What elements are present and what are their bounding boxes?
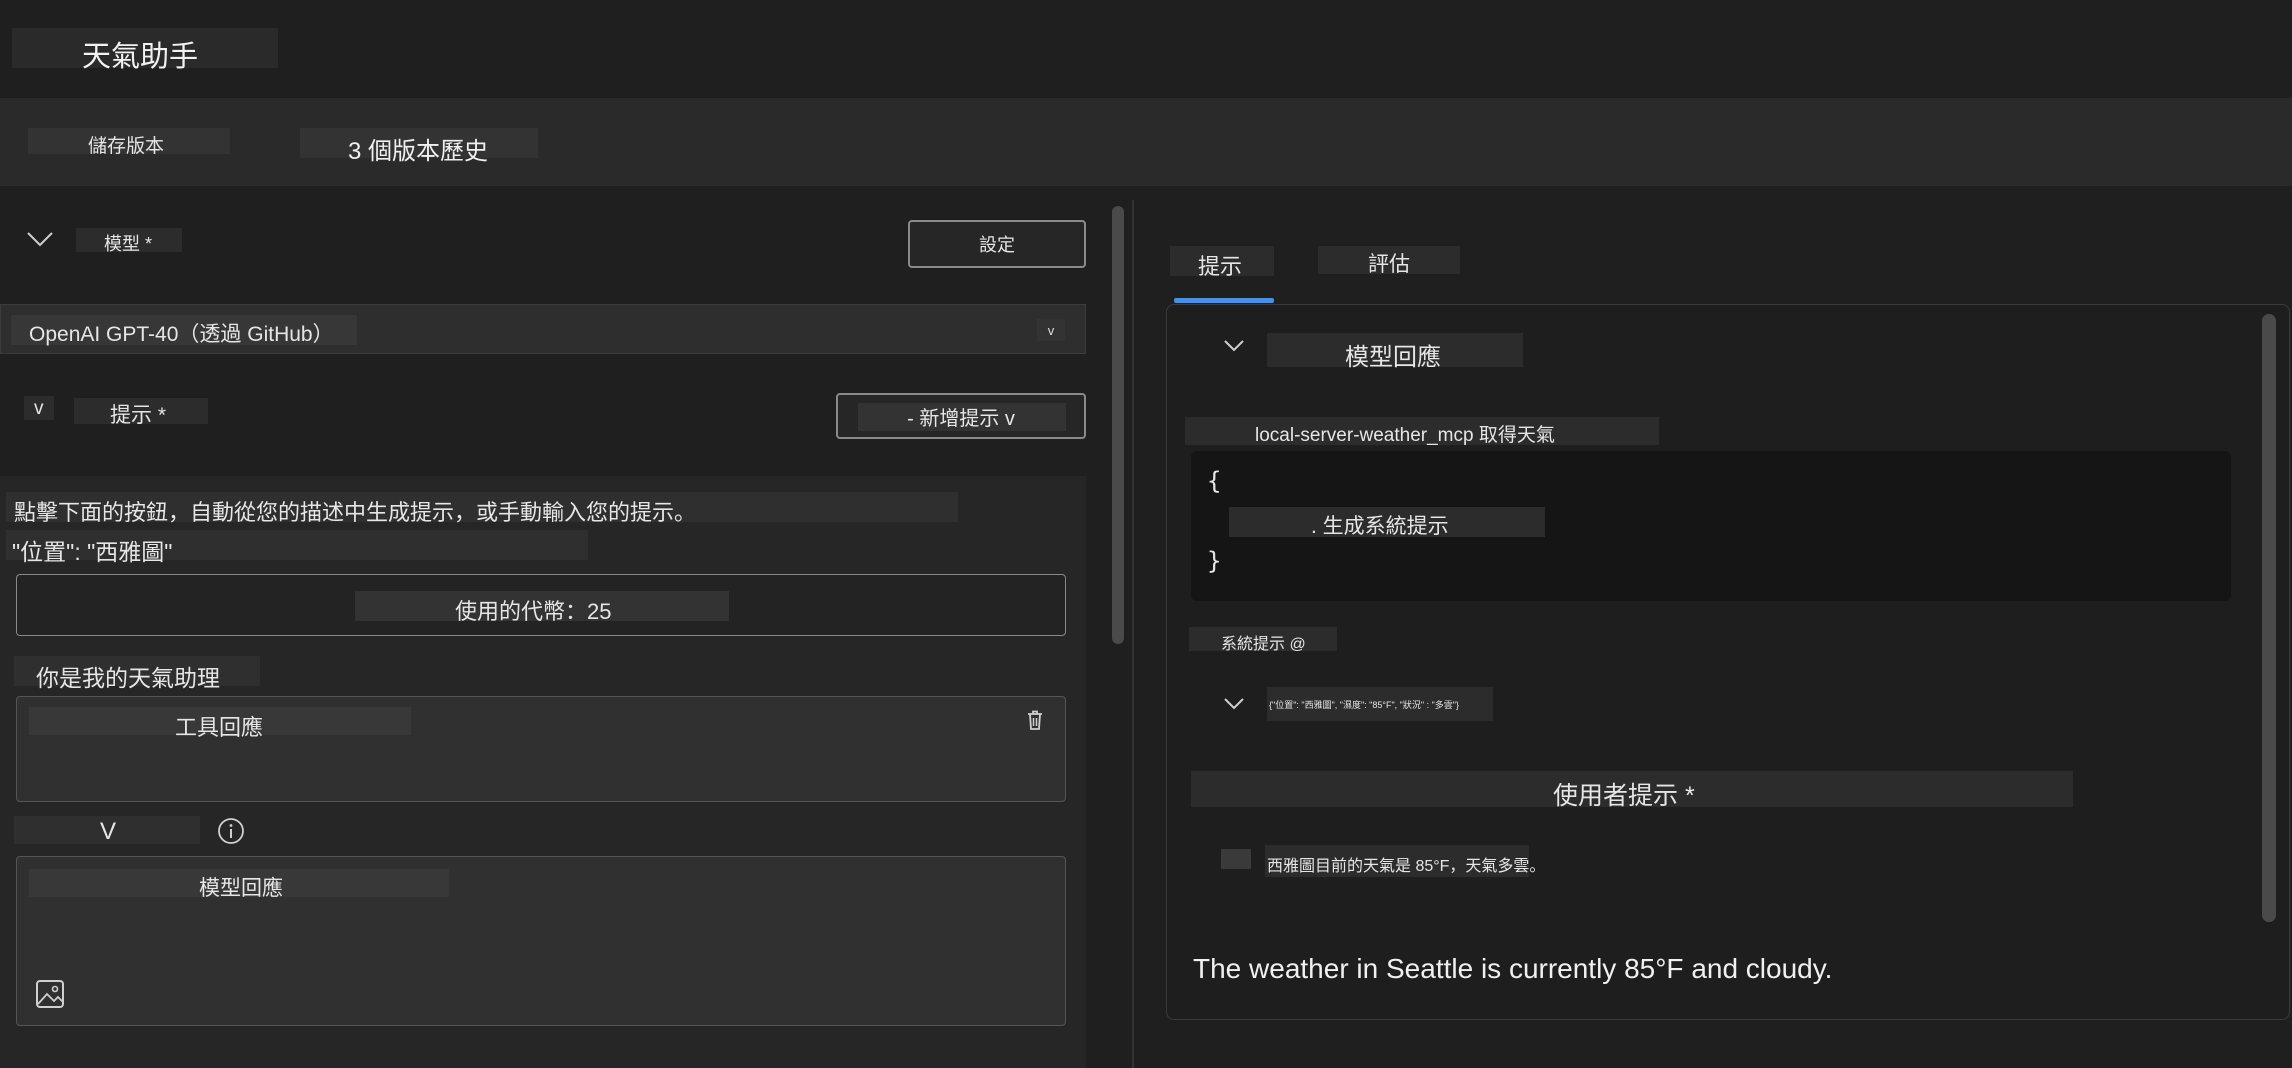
version-history-button[interactable]: 3 個版本歷史	[300, 128, 538, 165]
response-title-box: 模型回應	[1267, 333, 1523, 371]
version-history-label: 3 個版本歷史	[348, 138, 489, 165]
app-header: 天氣助手	[0, 0, 2292, 98]
system-prompt-label: 系統提示 @	[1221, 636, 1306, 653]
model-select-value-box: OpenAI GPT-40（透過 GitHub）	[11, 315, 357, 346]
model-response-collapse-toggle[interactable]: V	[14, 816, 200, 845]
model-label: 模型 *	[104, 234, 153, 254]
final-response-text: The weather in Seattle is currently 85°F…	[1193, 953, 1833, 984]
right-scrollbar-thumb[interactable]	[2262, 314, 2276, 922]
prompt-label-box: 提示 *	[74, 398, 208, 427]
prompt-chevron-icon: v	[34, 398, 44, 419]
image-icon[interactable]	[35, 979, 65, 1009]
tool-response-field[interactable]: 工具回應	[16, 696, 1066, 802]
tool-call-label: local-server-weather_mcp 取得天氣	[1255, 425, 1555, 446]
select-chevron-icon: v	[1047, 322, 1055, 338]
user-avatar-icon	[1221, 849, 1251, 869]
tokens-box: 使用的代幣：25	[16, 574, 1066, 636]
model-response-field[interactable]: 模型回應	[16, 856, 1066, 1026]
system-prompt-chevron-icon[interactable]	[1223, 697, 1245, 711]
prompt-description: 點擊下面的按鈕，自動從您的描述中生成提示，或手動輸入您的提示。	[14, 500, 697, 525]
tool-response-label-box: 工具回應	[29, 707, 411, 740]
info-icon[interactable]	[216, 816, 246, 846]
model-label-box: 模型 *	[76, 228, 182, 254]
left-scrollbar-thumb[interactable]	[1112, 206, 1124, 644]
tab-evaluation[interactable]: 評估	[1318, 246, 1460, 276]
add-prompt-label: - 新增提示 v	[907, 407, 1015, 430]
add-prompt-button[interactable]: - 新增提示 v	[836, 393, 1086, 439]
left-panel: 模型 * 設定 OpenAI GPT-40（透過 GitHub） v v 提示 …	[0, 186, 1134, 1068]
code-line: . 生成系統提示	[1311, 515, 1449, 538]
code-block: { . 生成系統提示 }	[1191, 451, 2231, 601]
response-chevron-icon[interactable]	[1223, 339, 1245, 353]
user-prompt-text: 西雅圖目前的天氣是 85°F，天氣多雲。	[1267, 858, 1546, 875]
settings-button[interactable]: 設定	[908, 220, 1086, 268]
save-version-label: 儲存版本	[88, 136, 165, 157]
chevron-down-icon[interactable]	[26, 230, 54, 248]
save-version-button[interactable]: 儲存版本	[28, 128, 230, 157]
location-line: "位置": "西雅圖"	[12, 539, 173, 565]
tokens-label: 使用的代幣：25	[455, 599, 612, 624]
tab-evaluation-label: 評估	[1368, 253, 1410, 276]
collapse-chevron-icon: V	[100, 818, 117, 845]
json-snippet-box: {"位置": "西雅圖", "濕度": "85°F", "狀況" : "多雲"}	[1267, 687, 1493, 721]
tab-prompt-indicator	[1174, 298, 1274, 303]
toolbar: 儲存版本 3 個版本歷史	[0, 98, 2292, 186]
json-snippet: {"位置": "西雅圖", "濕度": "85°F", "狀況" : "多雲"}	[1269, 700, 1459, 710]
user-prompt-title-box: 使用者提示 *	[1191, 771, 2073, 810]
prompt-collapse-toggle[interactable]: v	[24, 396, 54, 420]
prompt-label: 提示 *	[110, 404, 167, 427]
user-prompt-text-box: 西雅圖目前的天氣是 85°F，天氣多雲。	[1265, 845, 1545, 877]
app-title: 天氣助手	[82, 41, 199, 73]
model-response-label: 模型回應	[199, 877, 283, 900]
system-prompt-label-box: 系統提示 @	[1189, 627, 1337, 653]
code-open-brace: {	[1207, 467, 1222, 495]
prompt-description-box: 點擊下面的按鈕，自動從您的描述中生成提示，或手動輸入您的提示。	[6, 492, 958, 525]
model-select-value: OpenAI GPT-40（透過 GitHub）	[29, 323, 334, 346]
assistant-text-box: 你是我的天氣助理	[14, 656, 260, 691]
response-title: 模型回應	[1345, 344, 1441, 371]
select-chevron-box: v	[1037, 319, 1065, 341]
tab-prompt[interactable]: 提示	[1170, 246, 1274, 279]
prompt-content-area: 點擊下面的按鈕，自動從您的描述中生成提示，或手動輸入您的提示。 "位置": "西…	[0, 476, 1086, 1068]
tool-response-label: 工具回應	[175, 715, 264, 740]
response-card: 模型回應 local-server-weather_mcp 取得天氣 { . 生…	[1166, 304, 2290, 1020]
app-title-box: 天氣助手	[12, 28, 278, 73]
user-prompt-title: 使用者提示 *	[1553, 782, 1695, 810]
code-line-box: . 生成系統提示	[1229, 507, 1545, 538]
tab-prompt-label: 提示	[1198, 254, 1243, 279]
tool-call-box: local-server-weather_mcp 取得天氣	[1185, 417, 1659, 446]
model-response-label-box: 模型回應	[29, 869, 449, 900]
right-panel: 提示 評估 模型回應 local-server-weather_mcp 取得天氣…	[1134, 186, 2292, 1068]
trash-icon[interactable]	[1025, 709, 1045, 731]
tokens-label-box: 使用的代幣：25	[355, 591, 729, 624]
settings-label: 設定	[979, 235, 1015, 255]
assistant-text: 你是我的天氣助理	[36, 665, 220, 691]
location-line-box: "位置": "西雅圖"	[6, 530, 588, 565]
code-close-brace: }	[1207, 547, 1222, 575]
model-select[interactable]: OpenAI GPT-40（透過 GitHub） v	[0, 304, 1086, 354]
